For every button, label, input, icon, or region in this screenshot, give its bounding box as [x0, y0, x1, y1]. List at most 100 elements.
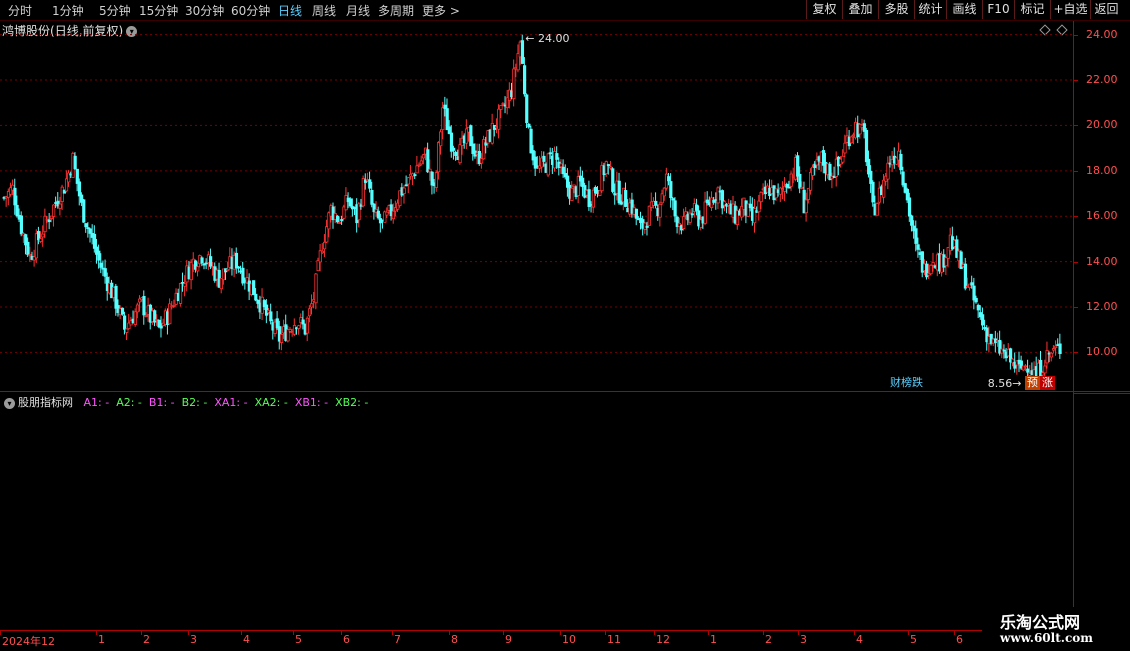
add-watchlist-button[interactable]: +自选: [1050, 0, 1090, 19]
candle-body: [841, 155, 845, 163]
mark-button[interactable]: 标记: [1014, 0, 1050, 19]
candle-body: [875, 203, 879, 216]
candle-body: [634, 208, 639, 219]
candle: [209, 248, 213, 269]
candle-body: [963, 263, 968, 289]
y-tick-label: 18.00: [1086, 163, 1118, 177]
candle: [82, 198, 86, 223]
indicator-pane[interactable]: [0, 408, 1073, 630]
candle-body: [931, 262, 935, 266]
candle: [368, 171, 372, 193]
fuquan-button[interactable]: 复权: [806, 0, 842, 19]
candle: [624, 182, 628, 208]
candlestick-chart[interactable]: [0, 21, 1073, 391]
candle-body: [1002, 349, 1006, 352]
candle-body: [1043, 365, 1047, 374]
candle: [125, 328, 129, 341]
candle: [252, 280, 256, 296]
x-tick-label: 4: [243, 633, 250, 646]
candle: [297, 324, 301, 335]
candle-body: [196, 266, 200, 272]
candle-body: [452, 147, 456, 151]
multi-stock-button[interactable]: 多股: [878, 0, 914, 19]
candle: [376, 206, 380, 220]
candle-body: [886, 162, 890, 180]
period-monthly[interactable]: 月线: [346, 2, 370, 19]
candle-body: [92, 233, 97, 249]
period-fenshi[interactable]: 分时: [8, 2, 32, 19]
candle-body: [479, 158, 484, 164]
candle: [643, 221, 647, 234]
y-tick: [1073, 125, 1078, 127]
candle: [426, 142, 430, 173]
candle: [142, 290, 146, 325]
candle: [587, 180, 591, 211]
candle-body: [84, 223, 88, 228]
period-daily[interactable]: 日线: [278, 2, 302, 19]
yu-badge[interactable]: 预: [1025, 376, 1040, 390]
candle-body: [391, 210, 396, 220]
candle-body: [97, 250, 101, 261]
f10-button[interactable]: F10: [982, 0, 1014, 19]
zhang-badge[interactable]: 涨: [1040, 376, 1055, 390]
candle-body: [75, 168, 79, 184]
candle-body: [200, 257, 204, 264]
x-tick: [392, 631, 393, 635]
side-panel-edge[interactable]: [1121, 22, 1130, 622]
candle-body: [1049, 352, 1054, 358]
candle-body: [82, 199, 86, 223]
period-1min[interactable]: 1分钟: [52, 2, 84, 19]
candle-body: [604, 161, 608, 174]
candle-body: [796, 155, 800, 177]
candle-body: [234, 252, 239, 269]
x-tick-label: 8: [451, 633, 458, 646]
period-15min[interactable]: 15分钟: [139, 2, 178, 19]
candle: [314, 272, 318, 310]
candle-body: [178, 283, 183, 304]
candle-body: [929, 264, 933, 275]
candle-body: [606, 164, 611, 167]
candle-body: [757, 200, 761, 213]
candle-body: [658, 203, 662, 218]
candle-body: [981, 314, 985, 326]
pane-divider[interactable]: [0, 391, 1130, 392]
candle-body: [26, 241, 30, 255]
candle-body: [1026, 368, 1030, 373]
period-weekly[interactable]: 周线: [312, 2, 336, 19]
overlay-button[interactable]: 叠加: [842, 0, 878, 19]
candle-body: [103, 268, 107, 277]
back-button[interactable]: 返回: [1090, 0, 1122, 19]
x-tick-label: 2: [765, 633, 772, 646]
candle: [647, 205, 651, 226]
candle-body: [73, 155, 77, 170]
candle: [634, 208, 639, 226]
period-more-dropdown[interactable]: 更多 >: [422, 2, 460, 19]
x-tick: [954, 631, 955, 635]
caibang-badge[interactable]: 财榜跌: [888, 376, 925, 390]
candle-body: [301, 319, 305, 325]
candle-body: [527, 123, 531, 128]
candle-body: [525, 94, 529, 124]
period-multi[interactable]: 多周期: [378, 2, 414, 19]
candle-body: [671, 198, 675, 201]
candle-body: [787, 186, 791, 189]
draw-line-button[interactable]: 画线: [946, 0, 982, 19]
candle-body: [133, 311, 137, 325]
chevron-down-icon[interactable]: ▾: [4, 397, 15, 409]
candle: [47, 213, 51, 230]
period-5min[interactable]: 5分钟: [99, 2, 131, 19]
period-30min[interactable]: 30分钟: [185, 2, 224, 19]
stats-button[interactable]: 统计: [914, 0, 946, 19]
x-tick: [293, 631, 294, 635]
candle-body: [804, 199, 808, 214]
candle-body: [529, 128, 533, 154]
candle-body: [226, 268, 230, 271]
candle-body: [320, 250, 325, 254]
candle-body: [499, 104, 503, 110]
candle: [598, 190, 602, 196]
period-60min[interactable]: 60分钟: [231, 2, 270, 19]
candle: [925, 260, 929, 280]
x-tick-label: 6: [343, 633, 350, 646]
candle-body: [522, 65, 527, 95]
candle-body: [871, 181, 875, 203]
